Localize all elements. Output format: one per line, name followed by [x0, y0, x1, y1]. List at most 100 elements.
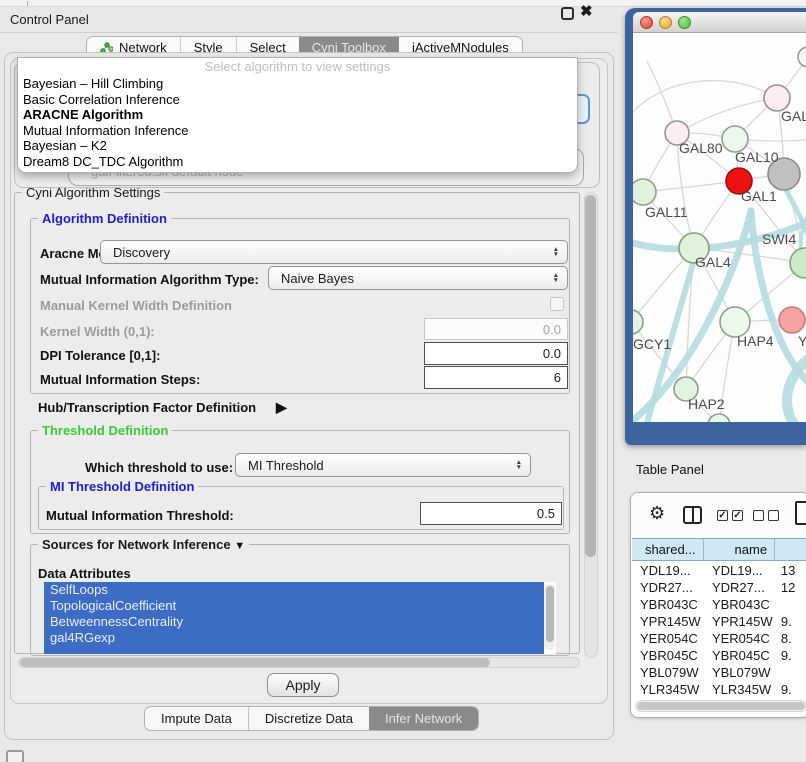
algorithm-option[interactable]: Bayesian – K2	[18, 138, 577, 154]
network-canvas[interactable]: GALGAL80GAL10GAL1GAL11SWI4GAL4HAP4YGCY1H…	[633, 33, 806, 422]
table-cell[interactable]: YBL079W	[632, 665, 704, 680]
data-attributes-label: Data Attributes	[38, 566, 131, 581]
table-row[interactable]: YPR145WYPR145W9.	[632, 613, 806, 630]
data-attributes-listbox[interactable]: SelfLoopsTopologicalCoefficientBetweenne…	[44, 582, 556, 654]
table-cell[interactable]: YBR043C	[704, 597, 776, 612]
table-row[interactable]: YDR27...YDR27...12	[632, 579, 806, 596]
data-attribute-option[interactable]: gal4RGexp	[44, 630, 544, 646]
attributes-scrollbar-thumb[interactable]	[546, 586, 554, 642]
node-gal1-label: GAL1	[741, 188, 777, 204]
apply-button[interactable]: Apply	[267, 673, 339, 697]
table-cell[interactable]: YER054C	[704, 631, 776, 646]
table-row[interactable]: YBR043CYBR043C	[632, 596, 806, 613]
node-unnamed-top[interactable]	[798, 47, 806, 67]
table-cell[interactable]: YDR27...	[632, 580, 704, 595]
table-horizontal-scrollbar[interactable]	[635, 700, 806, 712]
which-threshold-combobox[interactable]: MI Threshold ▲▼	[235, 453, 531, 477]
spinner-arrows-icon: ▲▼	[553, 273, 559, 283]
table-scrollbar-thumb[interactable]	[637, 702, 805, 710]
settings-horizontal-scrollbar-thumb[interactable]	[20, 658, 490, 667]
table-cell[interactable]: YBR045C	[704, 648, 776, 663]
table-cell[interactable]: YER054C	[632, 631, 704, 646]
table-cell[interactable]: YBR045C	[632, 648, 704, 663]
node-gal11[interactable]	[633, 179, 656, 205]
data-attribute-option[interactable]: TopologicalCoefficient	[44, 598, 544, 614]
table-row[interactable]: YBL079WYBL079W	[632, 664, 806, 681]
manual-kernel-label: Manual Kernel Width Definition	[40, 298, 232, 313]
table-cell[interactable]: 9.	[776, 648, 806, 663]
unchecked-checkbox-icon[interactable]	[768, 510, 779, 521]
unchecked-checkbox-icon[interactable]	[753, 510, 764, 521]
hub-definition-label[interactable]: Hub/Transcription Factor Definition	[38, 400, 256, 415]
traffic-light-close-icon[interactable]	[640, 16, 653, 29]
float-window-icon[interactable]	[561, 7, 574, 20]
table-cell[interactable]: 12	[776, 580, 806, 595]
traffic-light-zoom-icon[interactable]	[678, 16, 691, 29]
aracne-mode-combobox[interactable]: Discovery ▲▼	[100, 240, 568, 264]
document-icon[interactable]	[795, 501, 806, 525]
table-cell[interactable]: 9.	[776, 614, 806, 629]
app-root: Control Panel ✖ Network Style Select Cyn…	[0, 0, 806, 762]
table-cell[interactable]: YPR145W	[704, 614, 776, 629]
data-attribute-option[interactable]: SelfLoops	[44, 582, 544, 598]
table-row[interactable]: YDL19...YDL19...13	[632, 562, 806, 579]
table-cell[interactable]: 8.	[776, 631, 806, 646]
table-cell[interactable]: 9.	[776, 682, 806, 697]
node-gcy1[interactable]	[633, 310, 643, 334]
table-cell[interactable]: YDL19...	[704, 563, 776, 578]
node-gal-partial-label: GAL	[781, 108, 806, 124]
table-row[interactable]: YER054CYER054C8.	[632, 630, 806, 647]
column-header-partial[interactable]	[775, 539, 806, 560]
sources-title[interactable]: Sources for Network Inference ▼	[38, 537, 249, 552]
dpi-tolerance-field[interactable]: 0.0	[424, 342, 568, 365]
kernel-width-field[interactable]: 0.0	[424, 318, 568, 340]
table-cell[interactable]: YDL19...	[632, 563, 704, 578]
algorithm-option[interactable]: Dream8 DC_TDC Algorithm	[18, 154, 577, 170]
table-cell[interactable]: 13	[776, 563, 806, 578]
table-cell[interactable]: YLR345W	[704, 682, 776, 697]
mi-algorithm-type-combobox[interactable]: Naive Bayes ▲▼	[268, 266, 568, 290]
algorithm-dropdown[interactable]: Select algorithm to view settings Bayesi…	[17, 57, 578, 173]
divider	[27, 1, 28, 6]
data-attribute-option[interactable]: BetweennessCentrality	[44, 614, 544, 630]
mi-steps-field[interactable]: 6	[424, 366, 568, 389]
table-panel: ⚙ ✓ ✓ shared... name YDL19...YDL19...13Y…	[630, 492, 806, 718]
dpi-tolerance-label: DPI Tolerance [0,1]:	[40, 348, 160, 363]
algorithm-option[interactable]: Bayesian – Hill Climbing	[18, 76, 577, 92]
table-cell[interactable]: YLR345W	[632, 682, 704, 697]
table-toolbar: ⚙ ✓ ✓	[631, 493, 806, 538]
column-header-name[interactable]: name	[704, 539, 776, 560]
attributes-scrollbar[interactable]	[544, 584, 555, 650]
table-cell[interactable]: YDR27...	[704, 580, 776, 595]
control-panel-title: Control Panel	[10, 12, 89, 27]
node-y-partial[interactable]	[779, 307, 805, 333]
algorithm-option[interactable]: ARACNE Algorithm	[18, 107, 577, 123]
manual-kernel-checkbox[interactable]	[550, 297, 564, 311]
checked-checkbox-icon[interactable]: ✓	[732, 510, 743, 521]
tab-infer-network[interactable]: Infer Network	[369, 707, 478, 730]
table-cell[interactable]: YPR145W	[632, 614, 704, 629]
gear-icon[interactable]: ⚙	[649, 503, 665, 524]
collapse-down-icon[interactable]: ▼	[234, 540, 245, 552]
table-cell[interactable]: YBL079W	[704, 665, 776, 680]
node-bottom-partial[interactable]	[708, 414, 730, 422]
column-header-shared[interactable]: shared...	[632, 539, 704, 560]
checked-checkbox-icon[interactable]: ✓	[717, 510, 728, 521]
table-cell[interactable]: YBR043C	[632, 597, 704, 612]
close-icon[interactable]: ✖	[580, 2, 593, 20]
split-columns-icon[interactable]	[683, 506, 702, 524]
table-row[interactable]: YBR045CYBR045C9.	[632, 647, 806, 664]
algorithm-option[interactable]: Mutual Information Inference	[18, 123, 577, 139]
docked-panel-icon[interactable]	[6, 750, 24, 762]
mi-threshold-field[interactable]: 0.5	[420, 502, 562, 525]
algorithm-definition-title: Algorithm Definition	[38, 211, 171, 226]
table-row[interactable]: YLR345WYLR345W9.	[632, 681, 806, 698]
tab-discretize-data[interactable]: Discretize Data	[248, 707, 369, 730]
algorithm-option[interactable]: Basic Correlation Inference	[18, 92, 577, 108]
expand-right-icon[interactable]: ▶	[276, 399, 287, 416]
settings-vertical-scrollbar-thumb[interactable]	[585, 195, 596, 557]
mi-algorithm-type-label: Mutual Information Algorithm Type:	[40, 272, 259, 287]
kernel-width-value: 0.0	[543, 322, 561, 337]
traffic-light-minimize-icon[interactable]	[659, 16, 672, 29]
tab-impute-data[interactable]: Impute Data	[145, 707, 248, 730]
